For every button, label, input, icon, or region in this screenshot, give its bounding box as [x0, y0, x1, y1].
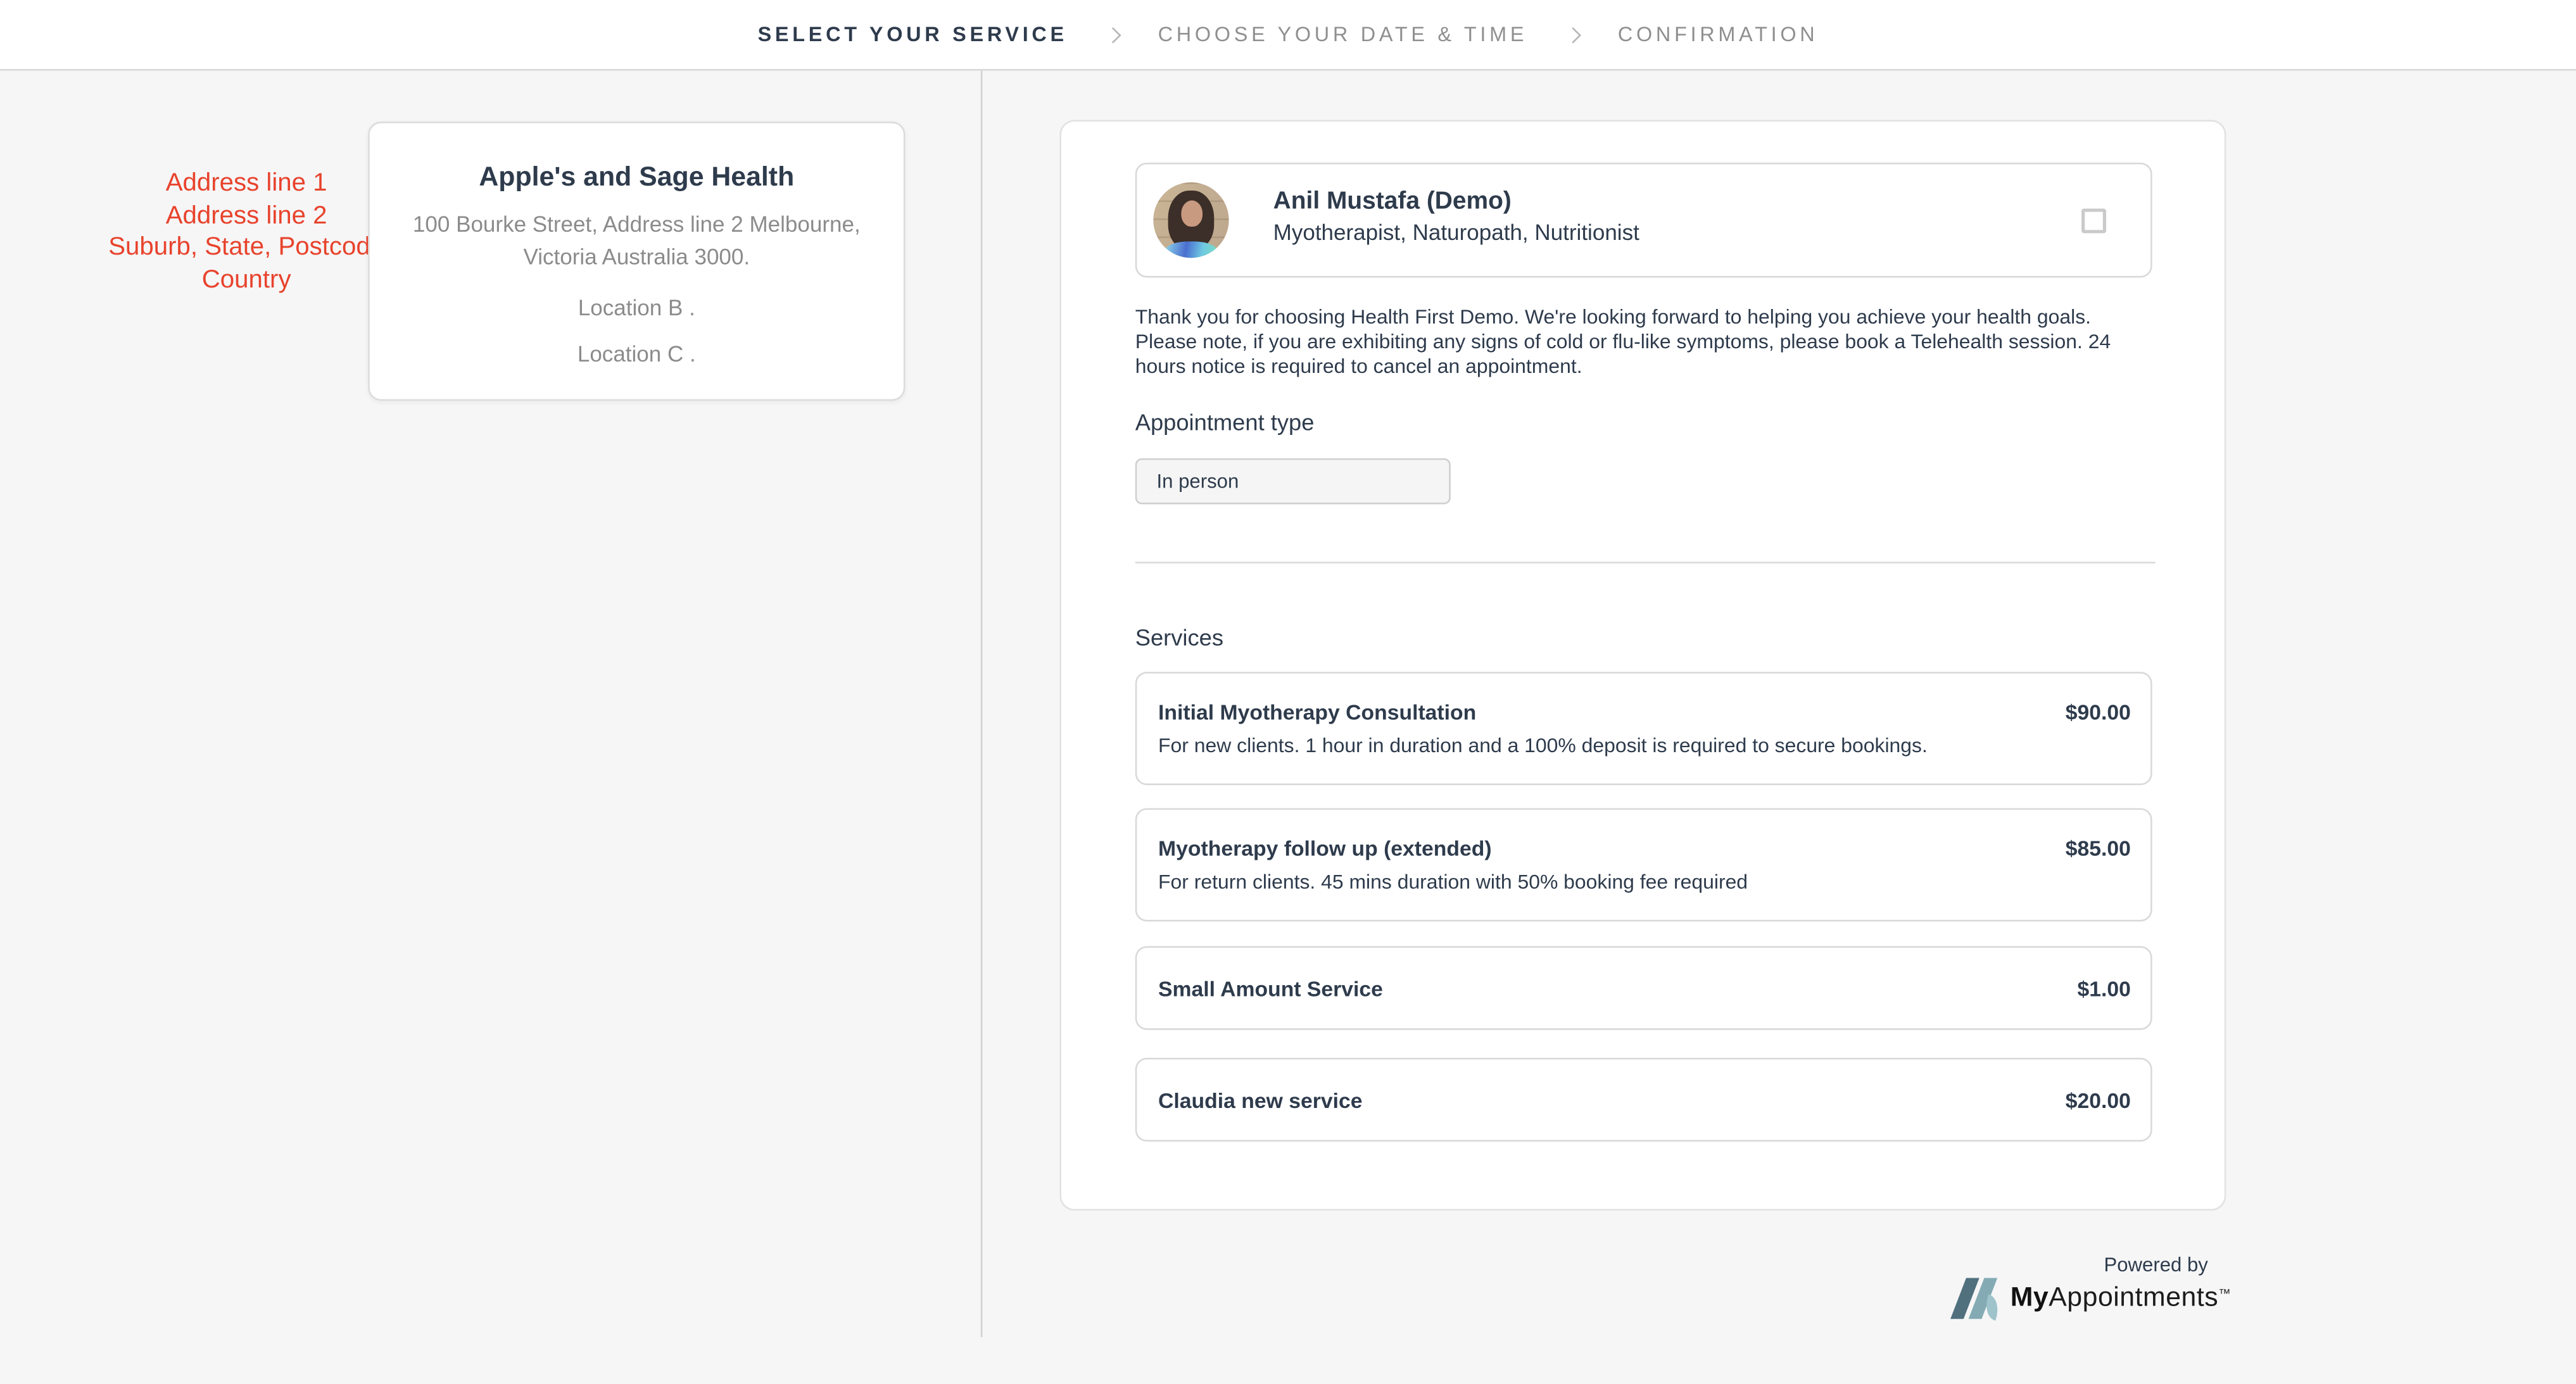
- practitioner-avatar: [1153, 182, 1228, 258]
- appointment-type-select[interactable]: In person: [1135, 458, 1451, 505]
- service-card-initial-myotherapy[interactable]: Initial Myotherapy Consultation $90.00 F…: [1135, 672, 2152, 785]
- trademark-symbol: ™: [2218, 1286, 2231, 1300]
- chevron-right-icon: [1104, 27, 1121, 43]
- services-heading: Services: [1135, 624, 1223, 651]
- powered-by-footer: Powered by MyAppointments™: [1919, 1254, 2231, 1319]
- step-select-service[interactable]: SELECT YOUR SERVICE: [758, 23, 1068, 46]
- service-selection-panel: Anil Mustafa (Demo) Myotherapist, Naturo…: [1059, 120, 2226, 1211]
- service-description: For return clients. 45 mins duration wit…: [1158, 871, 2128, 893]
- step-confirmation[interactable]: CONFIRMATION: [1618, 23, 1819, 46]
- service-price: $90.00: [2066, 700, 2131, 724]
- service-price: $85.00: [2066, 836, 2131, 861]
- brand-my: My: [2011, 1283, 2049, 1312]
- brand-wordmark: MyAppointments™: [2011, 1283, 2232, 1314]
- location-option-b: Location B .: [370, 296, 904, 320]
- powered-by-text: Powered by: [1919, 1254, 2231, 1276]
- service-card-myotherapy-follow-up[interactable]: Myotherapy follow up (extended) $85.00 F…: [1135, 808, 2152, 921]
- service-card-small-amount[interactable]: Small Amount Service $1.00: [1135, 946, 2152, 1029]
- practitioner-name: Anil Mustafa (Demo): [1273, 187, 1512, 215]
- service-name: Claudia new service: [1158, 1087, 1362, 1112]
- business-address: 100 Bourke Street, Address line 2 Melbou…: [397, 208, 877, 274]
- booking-page: SELECT YOUR SERVICE CHOOSE YOUR DATE & T…: [0, 0, 2576, 1384]
- chevron-right-icon: [1565, 27, 1581, 43]
- myappointments-logo-icon: [1953, 1278, 2004, 1319]
- appointment-type-label: Appointment type: [1135, 409, 1315, 436]
- service-price: $1.00: [2077, 976, 2130, 1000]
- practitioner-title: Myotherapist, Naturopath, Nutritionist: [1273, 220, 1639, 245]
- service-description: For new clients. 1 hour in duration and …: [1158, 734, 2128, 757]
- service-card-claudia-new-service[interactable]: Claudia new service $20.00: [1135, 1058, 2152, 1142]
- section-divider: [1135, 562, 2156, 563]
- brand-appointments: Appointments: [2049, 1283, 2218, 1312]
- service-name: Initial Myotherapy Consultation: [1158, 700, 1476, 724]
- practitioner-card[interactable]: Anil Mustafa (Demo) Myotherapist, Naturo…: [1135, 163, 2152, 278]
- service-name: Small Amount Service: [1158, 976, 1383, 1000]
- stepper-header: SELECT YOUR SERVICE CHOOSE YOUR DATE & T…: [0, 0, 2576, 71]
- location-option-c: Location C .: [370, 342, 904, 367]
- business-name: Apple's and Sage Health: [370, 163, 904, 194]
- avatar-face: [1180, 201, 1202, 227]
- avatar-shirt: [1165, 241, 1217, 258]
- panel-divider: [981, 71, 983, 1337]
- service-name: Myotherapy follow up (extended): [1158, 836, 1492, 861]
- service-price: $20.00: [2066, 1087, 2131, 1112]
- location-card: Apple's and Sage Health 100 Bourke Stree…: [368, 122, 905, 401]
- welcome-message: Thank you for choosing Health First Demo…: [1135, 306, 2141, 379]
- step-choose-date-time[interactable]: CHOOSE YOUR DATE & TIME: [1158, 23, 1528, 46]
- myappointments-brand: MyAppointments™: [1919, 1278, 2231, 1319]
- practitioner-checkbox[interactable]: [2081, 208, 2106, 233]
